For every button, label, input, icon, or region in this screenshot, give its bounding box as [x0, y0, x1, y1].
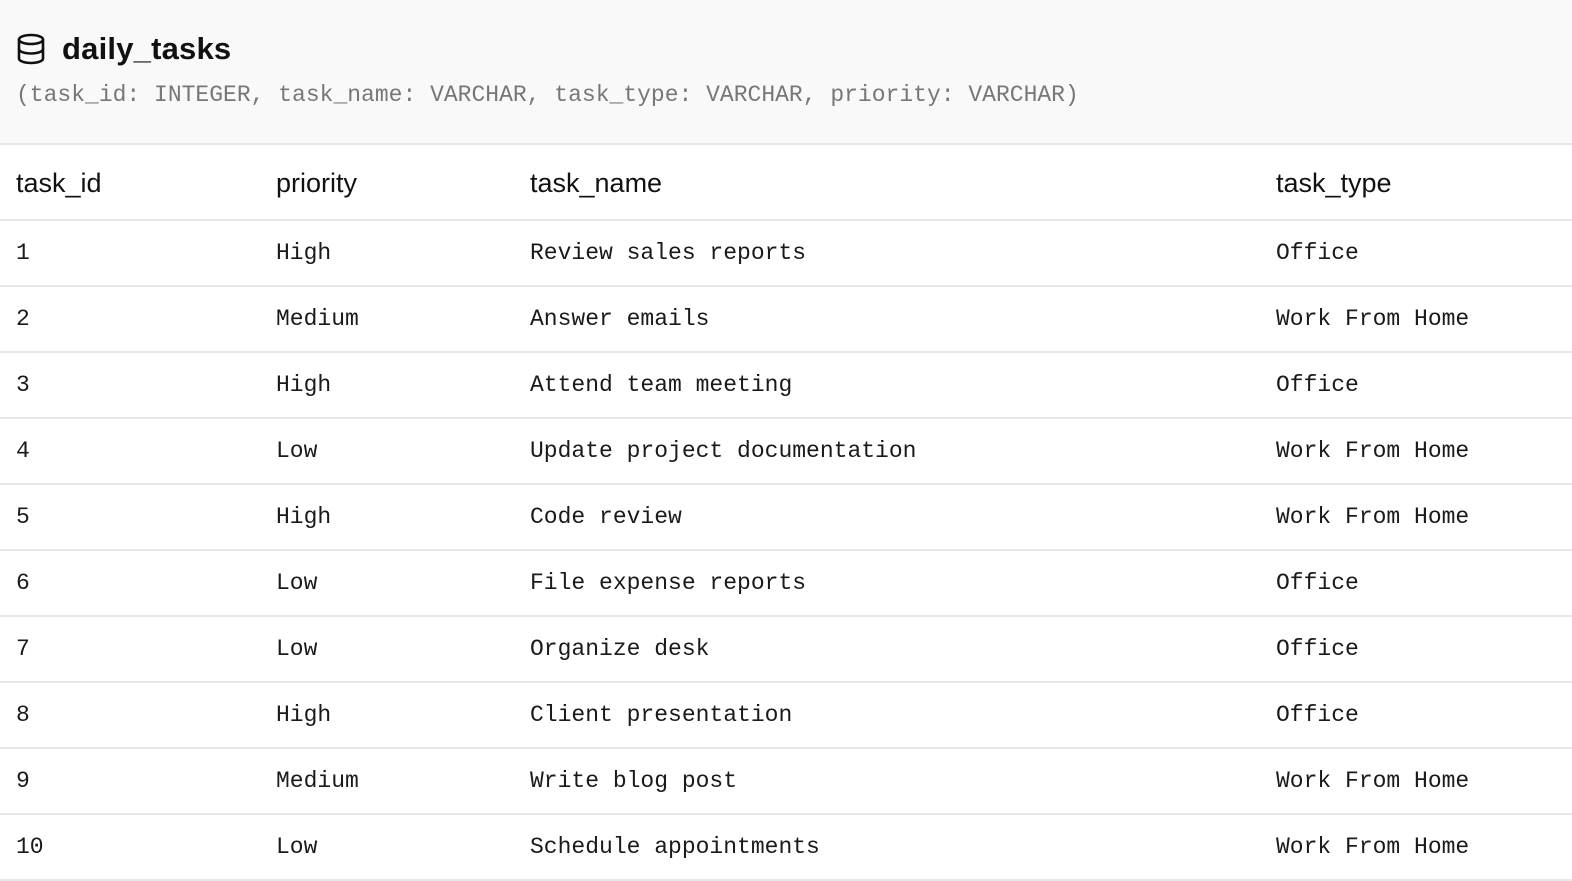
table-row: 6 Low File expense reports Office: [0, 551, 1572, 617]
cell-task-type: Office: [1276, 570, 1359, 596]
cell-task-name: Code review: [530, 504, 682, 530]
cell-task-id: 5: [16, 504, 30, 530]
cell-priority: High: [276, 504, 332, 530]
database-icon: [16, 33, 46, 65]
cell-task-id: 2: [16, 306, 30, 332]
cell-task-type: Work From Home: [1276, 438, 1470, 464]
cell-task-type: Office: [1276, 240, 1359, 266]
table-header-row: task_id priority task_name task_type: [0, 147, 1572, 221]
cell-task-id: 3: [16, 372, 30, 398]
column-header-task-type[interactable]: task_type: [1276, 147, 1392, 219]
table-row: 1 High Review sales reports Office: [0, 221, 1572, 287]
cell-task-type: Work From Home: [1276, 768, 1470, 794]
cell-task-id: 6: [16, 570, 30, 596]
cell-priority: High: [276, 240, 332, 266]
column-header-task-id[interactable]: task_id: [16, 147, 102, 219]
table-row: 8 High Client presentation Office: [0, 683, 1572, 749]
cell-task-name: Review sales reports: [530, 240, 807, 266]
table-schema: (task_id: INTEGER, task_name: VARCHAR, t…: [16, 82, 1079, 108]
cell-task-id: 1: [16, 240, 30, 266]
table-header: daily_tasks (task_id: INTEGER, task_name…: [0, 0, 1572, 145]
cell-task-type: Work From Home: [1276, 834, 1470, 860]
cell-task-id: 9: [16, 768, 30, 794]
column-header-priority[interactable]: priority: [276, 147, 357, 219]
table-row: 10 Low Schedule appointments Work From H…: [0, 815, 1572, 881]
cell-task-type: Office: [1276, 702, 1359, 728]
cell-task-type: Office: [1276, 636, 1359, 662]
table-row: 5 High Code review Work From Home: [0, 485, 1572, 551]
table-row: 3 High Attend team meeting Office: [0, 353, 1572, 419]
cell-task-name: Write blog post: [530, 768, 738, 794]
cell-priority: High: [276, 372, 332, 398]
cell-task-id: 8: [16, 702, 30, 728]
cell-task-type: Office: [1276, 372, 1359, 398]
table-row: 4 Low Update project documentation Work …: [0, 419, 1572, 485]
data-table: task_id priority task_name task_type 1 H…: [0, 147, 1572, 881]
table-row: 7 Low Organize desk Office: [0, 617, 1572, 683]
table-name: daily_tasks: [62, 31, 232, 66]
cell-priority: Low: [276, 834, 318, 860]
cell-priority: Low: [276, 636, 318, 662]
table-title-row: daily_tasks: [16, 29, 231, 69]
cell-task-name: Client presentation: [530, 702, 793, 728]
cell-priority: Low: [276, 570, 318, 596]
cell-task-name: Organize desk: [530, 636, 710, 662]
cell-task-name: Answer emails: [530, 306, 710, 332]
column-header-task-name[interactable]: task_name: [530, 147, 662, 219]
cell-task-type: Work From Home: [1276, 504, 1470, 530]
table-row: 9 Medium Write blog post Work From Home: [0, 749, 1572, 815]
cell-task-name: Attend team meeting: [530, 372, 793, 398]
cell-task-id: 10: [16, 834, 44, 860]
cell-priority: Medium: [276, 768, 359, 794]
cell-priority: Medium: [276, 306, 359, 332]
cell-task-name: Schedule appointments: [530, 834, 820, 860]
cell-task-id: 7: [16, 636, 30, 662]
cell-task-name: Update project documentation: [530, 438, 917, 464]
cell-task-id: 4: [16, 438, 30, 464]
cell-task-type: Work From Home: [1276, 306, 1470, 332]
cell-priority: High: [276, 702, 332, 728]
table-row: 2 Medium Answer emails Work From Home: [0, 287, 1572, 353]
cell-priority: Low: [276, 438, 318, 464]
cell-task-name: File expense reports: [530, 570, 807, 596]
